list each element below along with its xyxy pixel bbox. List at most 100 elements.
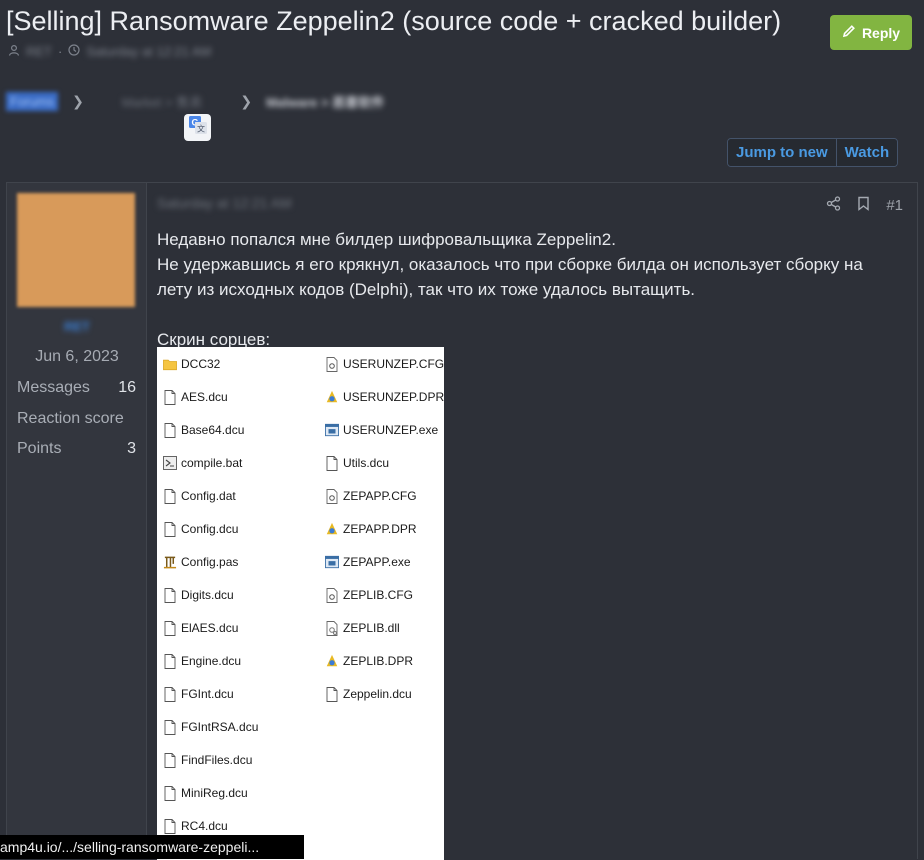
- pas-icon: [163, 554, 177, 570]
- file-entry: RC4.dcu: [163, 816, 228, 836]
- file-icon: [163, 587, 177, 603]
- stat-reaction-score: Reaction score: [17, 410, 136, 428]
- file-entry: FGIntRSA.dcu: [163, 717, 258, 737]
- file-icon: [163, 785, 177, 801]
- file-icon: [325, 455, 339, 471]
- file-entry: Digits.dcu: [163, 585, 234, 605]
- file-name: USERUNZEP.CFG: [343, 357, 444, 371]
- post-text-line: Недавно попался мне билдер шифровальщика…: [157, 230, 616, 249]
- file-entry: Engine.dcu: [163, 651, 241, 671]
- file-entry: DCC32: [163, 354, 220, 374]
- post-body: Недавно попался мне билдер шифровальщика…: [157, 227, 907, 352]
- file-name: Digits.dcu: [181, 588, 234, 602]
- stat-label: Messages: [17, 379, 90, 396]
- file-icon: [163, 686, 177, 702]
- file-name: Config.dat: [181, 489, 236, 503]
- thread-date[interactable]: Saturday at 12:21 AM: [86, 44, 211, 59]
- file-entry: MiniReg.dcu: [163, 783, 248, 803]
- stat-value: 16: [118, 379, 136, 396]
- thread-author[interactable]: RET: [26, 44, 52, 59]
- file-entry: USERUNZEP.CFG: [325, 354, 444, 374]
- post-actions: #1: [826, 196, 903, 215]
- file-entry: USERUNZEP.exe: [325, 420, 438, 440]
- source-files-screenshot[interactable]: DCC32 AES.dcu Base64.dcu compile.bat Config.…: [157, 347, 444, 860]
- file-entry: FindFiles.dcu: [163, 750, 252, 770]
- bookmark-icon[interactable]: [857, 196, 870, 215]
- dpr-icon: [325, 389, 339, 405]
- chevron-right-icon: ❯: [72, 93, 84, 109]
- file-icon: [163, 719, 177, 735]
- bat-icon: [163, 455, 177, 471]
- file-entry: Config.dat: [163, 486, 236, 506]
- reply-label: Reply: [861, 24, 901, 41]
- stat-value: 3: [127, 440, 136, 457]
- file-entry: Base64.dcu: [163, 420, 244, 440]
- exe-icon: [325, 554, 339, 570]
- thread-button-group: Jump to new Watch: [727, 138, 899, 167]
- svg-text:文: 文: [197, 124, 205, 134]
- user-icon: [8, 44, 20, 59]
- file-name: ElAES.dcu: [181, 621, 239, 635]
- file-entry: Utils.dcu: [325, 453, 389, 473]
- translate-button[interactable]: G 文: [184, 114, 211, 141]
- post-username[interactable]: RET: [7, 319, 147, 334]
- clock-icon: [68, 44, 80, 59]
- file-icon: [163, 818, 177, 834]
- file-entry: Config.dcu: [163, 519, 238, 539]
- file-name: MiniReg.dcu: [181, 786, 248, 800]
- dpr-icon: [325, 653, 339, 669]
- join-date: Jun 6, 2023: [35, 348, 119, 365]
- file-entry: ZEPAPP.CFG: [325, 486, 417, 506]
- file-entry: compile.bat: [163, 453, 242, 473]
- breadcrumb-item-market[interactable]: Market > 售卖: [98, 92, 227, 111]
- file-name: Config.pas: [181, 555, 239, 569]
- status-bar-url: amp4u.io/.../selling-ransomware-zeppeli.…: [0, 835, 304, 859]
- file-name: ZEPLIB.CFG: [343, 588, 414, 602]
- jump-to-new-button[interactable]: Jump to new: [728, 139, 836, 166]
- post-user-panel: RET Jun 6, 2023 Messages 16 Reaction sco…: [7, 183, 147, 859]
- file-icon: [163, 422, 177, 438]
- post: RET Jun 6, 2023 Messages 16 Reaction sco…: [6, 182, 918, 860]
- stat-points: Points 3: [17, 440, 136, 458]
- meta-separator: ·: [58, 44, 63, 59]
- stat-label: Reaction score: [17, 410, 124, 427]
- watch-button[interactable]: Watch: [835, 139, 898, 166]
- file-name: FindFiles.dcu: [181, 753, 253, 767]
- file-name: FGInt.dcu: [181, 687, 234, 701]
- file-entry: ZEPLIB.DPR: [325, 651, 413, 671]
- file-name: ZEPLIB.dll: [343, 621, 400, 635]
- file-name: ZEPAPP.exe: [343, 555, 411, 569]
- reply-button[interactable]: Reply: [830, 15, 912, 50]
- file-entry: Config.pas: [163, 552, 238, 572]
- breadcrumb-item-malware[interactable]: Malware > 恶意软件: [266, 92, 384, 111]
- file-icon: [163, 488, 177, 504]
- cfg-icon: [325, 587, 339, 603]
- pencil-icon: [842, 24, 856, 41]
- stat-messages: Messages 16: [17, 379, 136, 397]
- file-icon: [163, 389, 177, 405]
- share-icon[interactable]: [826, 196, 841, 215]
- file-name: AES.dcu: [181, 390, 228, 404]
- file-icon: [325, 686, 339, 702]
- file-entry: ZEPLIB.dll: [325, 618, 400, 638]
- file-name: ZEPAPP.CFG: [343, 489, 417, 503]
- file-icon: [163, 521, 177, 537]
- file-name: RC4.dcu: [181, 819, 228, 833]
- chevron-right-icon: ❯: [240, 93, 253, 109]
- post-date[interactable]: Saturday at 12:21 AM: [157, 195, 292, 211]
- post-number[interactable]: #1: [886, 197, 903, 214]
- file-entry: AES.dcu: [163, 387, 228, 407]
- file-entry: Zeppelin.dcu: [325, 684, 412, 704]
- breadcrumb-item-forums[interactable]: Forums: [6, 92, 59, 111]
- cfg-icon: [325, 488, 339, 504]
- file-name: DCC32: [181, 357, 221, 371]
- file-name: USERUNZEP.DPR: [343, 390, 444, 404]
- avatar[interactable]: [17, 193, 135, 307]
- stat-label: Points: [17, 440, 62, 457]
- file-name: Base64.dcu: [181, 423, 245, 437]
- exe-icon: [325, 422, 339, 438]
- file-name: Zeppelin.dcu: [343, 687, 412, 701]
- cfg-icon: [325, 356, 339, 372]
- file-entry: ZEPLIB.CFG: [325, 585, 413, 605]
- file-entry: ZEPAPP.DPR: [325, 519, 417, 539]
